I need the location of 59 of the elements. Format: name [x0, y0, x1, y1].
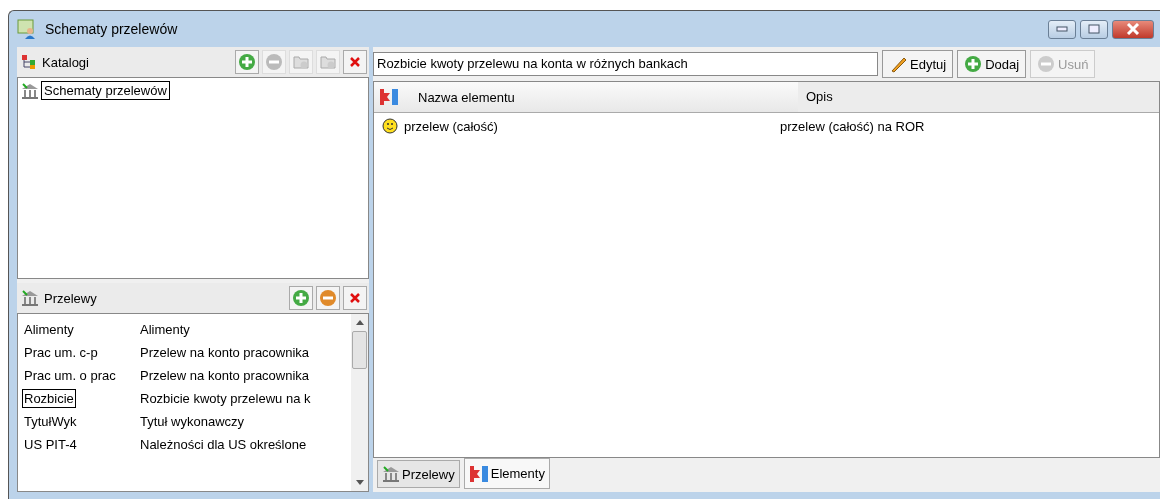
column-header[interactable]: Opis [798, 82, 1159, 112]
up-arrow-icon [355, 320, 364, 325]
transfer-code[interactable]: US PIT-4 [22, 435, 79, 454]
minus-icon [265, 53, 283, 71]
transfer-code[interactable]: TytułWyk [22, 412, 79, 431]
tree-structure-icon [21, 54, 37, 70]
x-icon [348, 291, 362, 305]
transfer-code[interactable]: Alimenty [22, 320, 76, 339]
remove-button[interactable] [316, 286, 340, 310]
add-button[interactable]: Dodaj [957, 50, 1027, 78]
person-calendar-icon [17, 19, 37, 39]
element-link-icon [468, 464, 489, 483]
close-button[interactable] [1112, 19, 1154, 39]
scrollbar[interactable] [351, 314, 368, 491]
panel-title: Przelewy [44, 290, 97, 306]
pencil-icon [889, 55, 907, 73]
minimize-icon [1056, 26, 1068, 32]
transfer-code[interactable]: Rozbicie [22, 389, 76, 408]
tab[interactable]: Elementy [463, 458, 550, 489]
plus-icon [292, 289, 310, 307]
schema-name-field[interactable]: Rozbicie kwoty przelewu na konta w różnych bankach [373, 52, 878, 76]
element-name: przelew (całość) [404, 118, 499, 134]
tab[interactable]: Przelewy [377, 460, 460, 488]
x-icon [348, 55, 362, 69]
transfer-description: Należności dla US określone [140, 437, 307, 452]
panel-title: Katalogi [42, 54, 89, 70]
delete-button[interactable] [343, 50, 367, 74]
transfer-code[interactable]: Prac um. o prac [22, 366, 118, 385]
add-button[interactable] [235, 50, 259, 74]
close-icon [1126, 23, 1140, 35]
transfer-description: Przelew na konto pracownika [140, 345, 310, 360]
maximize-icon [1088, 24, 1100, 34]
minus-icon [319, 289, 337, 307]
transfer-description: Przelew na konto pracownika [140, 368, 310, 383]
bank-building-icon [21, 289, 39, 307]
minus-icon [1037, 55, 1056, 73]
transfer-description: Alimenty [140, 322, 190, 337]
transfer-code[interactable]: Prac um. c-p [22, 343, 100, 362]
element-description: przelew (całość) na ROR [780, 118, 925, 134]
maximize-button[interactable] [1080, 19, 1108, 39]
minimize-button[interactable] [1048, 19, 1076, 39]
delete-button[interactable] [343, 286, 367, 310]
folder-icon [292, 53, 310, 71]
smiley-icon [382, 118, 398, 134]
scrollbar-thumb[interactable] [352, 331, 367, 369]
add-button[interactable] [289, 286, 313, 310]
plus-icon [238, 53, 256, 71]
column-header[interactable]: Nazwa elementu [404, 89, 798, 105]
plus-icon [964, 55, 983, 73]
edit-button[interactable]: Edytuj [882, 50, 954, 78]
down-arrow-icon [355, 480, 364, 485]
transfer-description: Rozbicie kwoty przelewu na k [140, 391, 311, 406]
folder-icon [319, 53, 337, 71]
bank-building-icon [21, 81, 39, 100]
transfer-description: Tytuł wykonawczy [140, 414, 245, 429]
window-title: Schematy przelewów [45, 21, 178, 37]
bank-building-icon [382, 465, 400, 483]
tree-item[interactable]: Schematy przelewów [41, 81, 170, 100]
element-link-icon [378, 87, 400, 107]
